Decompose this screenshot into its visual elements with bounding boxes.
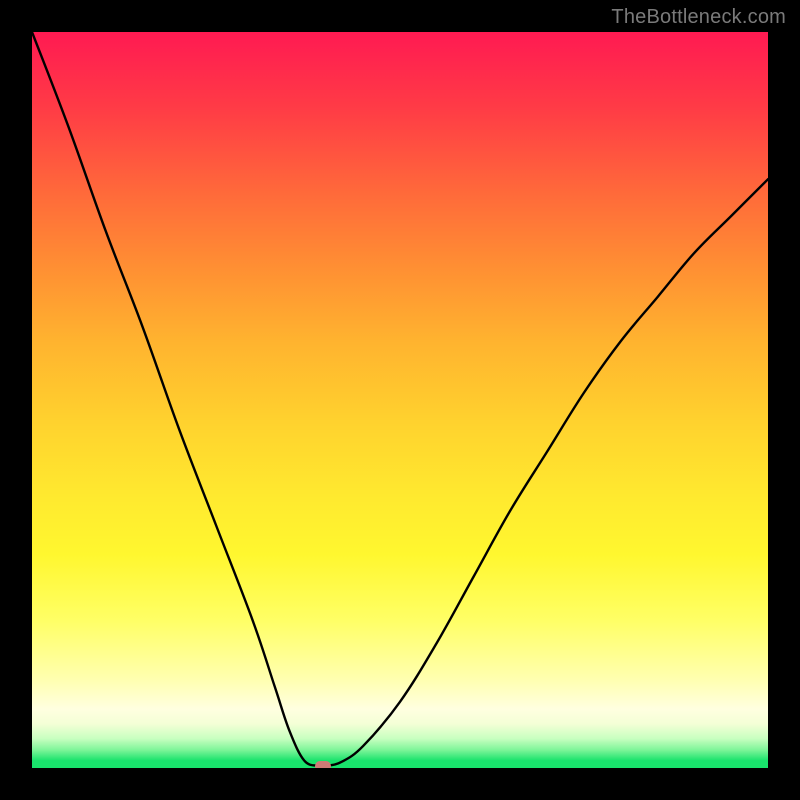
bottleneck-curve — [32, 32, 768, 766]
curve-layer — [32, 32, 768, 768]
minimum-marker — [315, 761, 331, 768]
plot-area — [32, 32, 768, 768]
watermark-text: TheBottleneck.com — [611, 6, 786, 29]
chart-frame: TheBottleneck.com — [0, 0, 800, 800]
